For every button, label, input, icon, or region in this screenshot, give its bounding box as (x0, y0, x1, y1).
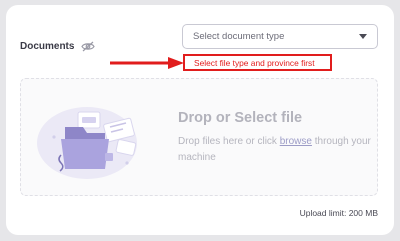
chevron-down-icon (359, 34, 367, 39)
pointer-arrow (110, 57, 184, 69)
select-placeholder: Select document type (193, 31, 285, 42)
document-type-select[interactable]: Select document type (182, 24, 378, 49)
folder-upload-illustration (37, 107, 137, 179)
dropzone-desc-before: Drop files here or click (178, 136, 280, 147)
browse-link[interactable]: browse (280, 136, 312, 147)
eye-off-icon[interactable] (81, 41, 95, 52)
dropzone-description: Drop files here or click browse through … (178, 134, 378, 166)
dropzone-title: Drop or Select file (178, 110, 303, 126)
error-message-box: Select file type and province first (183, 54, 332, 71)
documents-label: Documents (20, 41, 75, 52)
error-message: Select file type and province first (194, 58, 315, 68)
upload-limit: Upload limit: 200 MB (299, 208, 378, 218)
